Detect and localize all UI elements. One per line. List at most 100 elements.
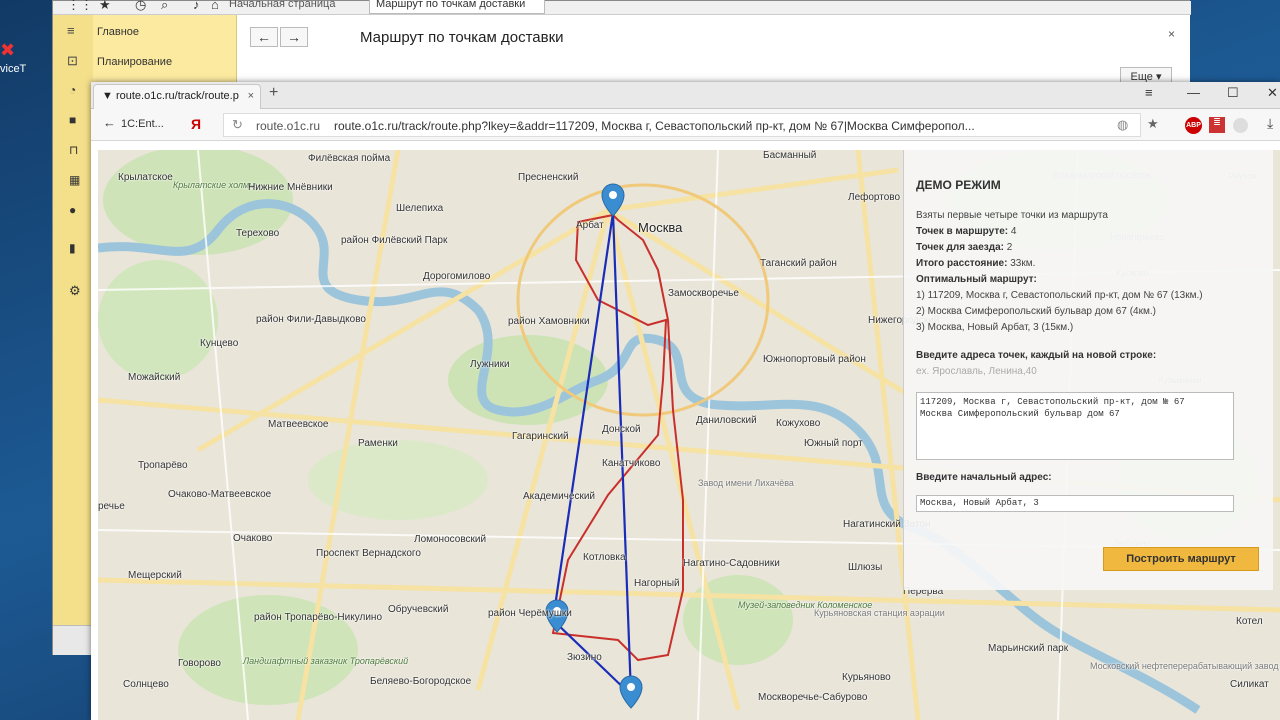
addresses-prompt: Введите адреса точек, каждый на новой ст…: [916, 350, 1156, 361]
address-bar[interactable]: ↻ route.o1c.ru route.o1c.ru/track/route.…: [223, 113, 1141, 137]
tab-delivery-route[interactable]: Маршрут по точкам доставки: [369, 0, 545, 14]
distance-row: Итого расстояние: 33км.: [916, 258, 1035, 269]
map-label: Силикат: [1230, 679, 1269, 690]
tab-title: route.o1c.ru/track/route.p: [115, 90, 239, 102]
build-route-button[interactable]: Построить маршрут: [1103, 547, 1259, 571]
cart-icon[interactable]: ⊓: [69, 143, 78, 157]
map-label: Канатчиково: [602, 458, 661, 469]
map-label: речье: [98, 501, 125, 512]
browser-tab[interactable]: ▼ route.o1c.ru/track/route.p ×: [93, 84, 261, 109]
points-row: Точек в маршруте: 4: [916, 226, 1016, 237]
globe-icon[interactable]: ◍: [1117, 117, 1128, 133]
star-icon[interactable]: ★: [1147, 116, 1159, 132]
history-icon[interactable]: ◷: [135, 0, 146, 13]
map-label: Филёвская пойма: [308, 153, 391, 164]
map-label: Москворечье-Сабурово: [758, 692, 868, 703]
ruble-icon[interactable]: ●: [69, 203, 76, 217]
map-label: Гагаринский: [512, 431, 569, 442]
stops-row: Точек для заезда: 2: [916, 242, 1012, 253]
search-icon[interactable]: ⌕: [161, 0, 168, 13]
sidebar-item-planning[interactable]: ⊡ Планирование: [67, 51, 172, 71]
window-close-icon[interactable]: ✕: [1267, 85, 1278, 101]
map-label: Нагатино-Садовники: [683, 558, 780, 569]
new-tab-button[interactable]: +: [269, 84, 278, 102]
chart-icon[interactable]: ◔: [69, 83, 76, 97]
extension-icon[interactable]: ≣: [1209, 117, 1225, 133]
map-label: Нагорный: [634, 578, 680, 589]
browser-back-icon[interactable]: ←: [103, 115, 116, 130]
onec-status-icon[interactable]: [53, 625, 93, 655]
onec-topbar: ⋮⋮ ★ ◷ ⌕ ♪ ⌂ Начальная страница Маршрут …: [53, 0, 1191, 15]
map-label: Лефортово: [848, 192, 901, 203]
minimize-icon[interactable]: —: [1187, 85, 1200, 100]
close-icon[interactable]: ×: [1168, 27, 1175, 41]
map-label: Кунцево: [200, 338, 239, 349]
sidebar-item-label: Планирование: [97, 56, 173, 68]
map-label: Терехово: [236, 228, 280, 239]
map-label: Лужники: [470, 359, 510, 370]
gear-icon[interactable]: ⚙: [69, 283, 81, 299]
route-step: 1) 117209, Москва г, Севастопольский пр-…: [916, 290, 1203, 301]
address-line: 117209, Москва г, Севастопольский пр-кт,…: [920, 397, 1185, 407]
desktop-shortcut[interactable]: ✖ viceT: [0, 40, 30, 80]
grid-icon[interactable]: ▦: [69, 173, 80, 187]
apps-grid-icon[interactable]: ⋮⋮: [67, 0, 93, 13]
map-label: район Черёмушки: [488, 608, 572, 619]
start-prompt: Введите начальный адрес:: [916, 472, 1052, 483]
map-label: Басманный: [763, 150, 817, 161]
map-label: Зюзино: [567, 652, 602, 663]
menu-icon[interactable]: ≡: [1145, 85, 1153, 100]
reload-icon[interactable]: ↻: [232, 117, 243, 133]
addresses-prompt-text: Введите адреса точек, каждый на новой ст…: [916, 350, 1157, 361]
back-button[interactable]: ←: [250, 27, 278, 47]
route-panel: ДЕМО РЕЖИМ Взяты первые четыре точки из …: [903, 150, 1273, 590]
bag-icon[interactable]: ■: [69, 113, 76, 127]
download-icon[interactable]: ⤓: [1267, 115, 1273, 132]
url-text[interactable]: route.o1c.ru/track/route.php?lkey=&addr=…: [334, 119, 1034, 133]
map-label: район Фили-Давыдково: [256, 314, 366, 325]
route-step: 3) Москва, Новый Арбат, 3 (15км.): [916, 322, 1074, 333]
map-label: Раменки: [358, 438, 398, 449]
favorites-icon[interactable]: ★: [99, 0, 111, 13]
tab-start-page[interactable]: Начальная страница: [225, 0, 335, 14]
page-title: Маршрут по точкам доставки: [360, 29, 564, 46]
map-label: Ландшафтный заказник Тропарёвский: [243, 656, 409, 666]
report-icon[interactable]: ▮: [69, 241, 76, 255]
tab-favicon-icon: ▼: [102, 90, 116, 102]
map-label: Шлюзы: [848, 562, 883, 573]
route-step: 2) Москва Симферопольский бульвар дом 67…: [916, 306, 1156, 317]
map-label: Замоскворечье: [668, 288, 739, 299]
map-label: Крылатские холмы: [173, 180, 256, 190]
home-icon[interactable]: ⌂: [211, 0, 219, 12]
points-label: Точек в маршруте:: [916, 226, 1009, 237]
stops-label: Точек для заезда:: [916, 242, 1004, 253]
map-label: Даниловский: [696, 415, 757, 426]
start-address-input[interactable]: Москва, Новый Арбат, 3: [916, 495, 1234, 512]
forward-button[interactable]: →: [280, 27, 308, 47]
map-label: Шелепиха: [396, 203, 444, 214]
map-label: Солнцево: [123, 679, 169, 690]
tab-close-icon[interactable]: ×: [248, 85, 254, 108]
address-line: Москва Симферопольский бульвар дом 67: [920, 409, 1120, 419]
extension-circle-icon[interactable]: [1233, 118, 1248, 133]
bookmark-link[interactable]: 1C:Ent...: [121, 118, 164, 130]
map-label: Донской: [602, 424, 641, 435]
map-label: Кожухово: [776, 418, 821, 429]
yandex-icon[interactable]: Я: [191, 116, 201, 132]
map-label: Москва: [638, 220, 683, 235]
map-label: Очаково: [233, 533, 273, 544]
optimal-label: Оптимальный маршрут:: [916, 274, 1037, 285]
tools-icon: ✖: [0, 40, 16, 60]
addresses-textarea[interactable]: 117209, Москва г, Севастопольский пр-кт,…: [916, 392, 1234, 460]
desktop-shortcut-label: viceT: [0, 63, 27, 75]
map-label: Матвеевское: [268, 419, 329, 430]
distance-value: 33км.: [1010, 258, 1036, 269]
maximize-icon[interactable]: ☐: [1227, 85, 1239, 101]
map-label: Таганский район: [760, 258, 837, 269]
sidebar-item-main[interactable]: ≡ Главное: [67, 21, 139, 41]
adblock-icon[interactable]: ABP: [1185, 117, 1202, 134]
menu-icon: ≡: [67, 23, 75, 38]
bell-icon[interactable]: ♪: [193, 0, 200, 12]
map-label: Можайский: [128, 372, 181, 383]
plan-icon: ⊡: [67, 53, 78, 68]
